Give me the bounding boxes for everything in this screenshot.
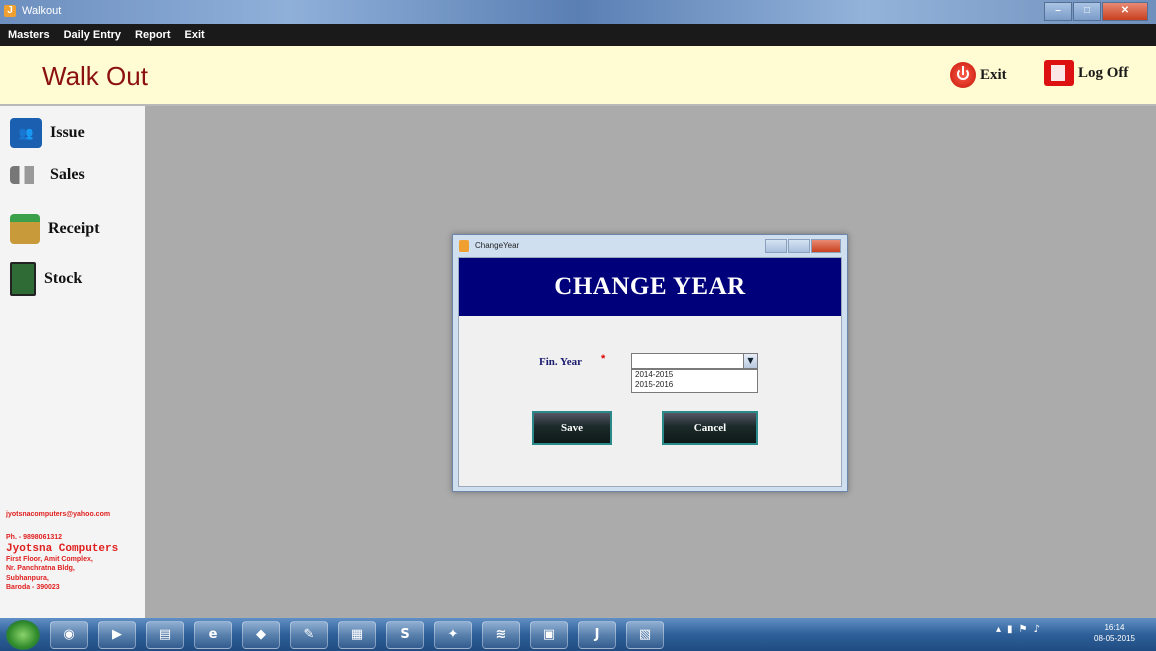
sidebar-item-label: Sales [50,166,85,183]
stock-icon [10,262,36,296]
window-titlebar: J Walkout – □ ✕ [0,0,1156,24]
company-address-3: Subhanpura, [6,574,49,582]
sidebar-item-sales[interactable]: Sales [10,166,85,184]
walkout-icon[interactable]: J [578,620,616,649]
minimize-button[interactable]: – [1044,2,1072,21]
company-address-4: Baroda - 390023 [6,584,60,592]
receipt-icon [10,214,40,244]
ie-icon[interactable]: e [194,620,232,649]
start-button[interactable] [6,619,40,650]
clock-time: 16:14 [1104,623,1125,632]
menu-exit[interactable]: Exit [185,29,205,41]
company-name: Jyotsna Computers [6,542,119,555]
paint-icon[interactable]: ✦ [434,620,472,649]
folder-icon[interactable]: ▤ [146,620,184,649]
taskbar: ◉ ▶ ▤ e ◆ ✎ ▦ S ✦ ≋ ▣ J ▧ [0,618,1156,651]
dialog-maximize-button[interactable] [788,239,810,253]
tray-arrow-icon[interactable]: ▴ [996,624,1001,635]
exit-label: Exit [980,66,1007,83]
company-info: jyotsnacomputers@yahoo.com Ph. - 9898061… [6,510,142,593]
taskbar-clock[interactable]: 16:14 08-05-2015 [1094,622,1135,644]
dialog-title: ChangeYear [475,241,520,250]
wifi-icon[interactable]: ≋ [482,620,520,649]
menu-masters[interactable]: Masters [8,29,50,41]
menu-report[interactable]: Report [135,29,170,41]
pdf-icon[interactable]: ▧ [626,620,664,649]
menu-daily-entry[interactable]: Daily Entry [64,29,121,41]
logoff-label: Log Off [1078,64,1129,81]
skype-icon[interactable]: S [386,620,424,649]
menubar: Masters Daily Entry Report Exit [0,24,1156,47]
app-header: Walk Out Exit Log Off [0,46,1156,106]
volume-icon[interactable]: ♪ [1034,624,1040,635]
fin-year-option[interactable]: 2015-2016 [632,380,757,390]
company-phone: Ph. - 9898061312 [6,534,63,542]
company-address-2: Nr. Panchratna Bldg, [6,565,75,573]
dialog-body: CHANGE YEAR Fin. Year * ▼ 2014-2015 2015… [458,257,842,487]
change-year-dialog: ChangeYear CHANGE YEAR Fin. Year * ▼ 201… [452,234,848,492]
media-icon[interactable]: ▶ [98,620,136,649]
tools-icon[interactable]: ✎ [290,620,328,649]
required-marker: * [601,353,606,365]
sidebar-item-label: Receipt [48,220,100,237]
sidebar-item-stock[interactable]: Stock [10,262,82,296]
maximize-button[interactable]: □ [1073,2,1101,21]
app-icon: J [4,5,16,17]
power-icon [950,62,976,88]
file-icon[interactable]: ▦ [338,620,376,649]
save-button[interactable]: Save [532,411,612,445]
fin-year-label: Fin. Year [539,356,582,368]
sidebar-item-issue[interactable]: 👥 Issue [10,118,85,148]
logoff-button[interactable]: Log Off [1044,60,1128,86]
page-title: Walk Out [42,61,148,91]
network-icon[interactable]: ⚑ [1019,624,1028,635]
dialog-banner: CHANGE YEAR [459,258,841,316]
dialog-app-icon [459,240,469,252]
window-title: Walkout [22,5,62,17]
cancel-button[interactable]: Cancel [662,411,758,445]
sidebar-item-label: Issue [50,124,85,141]
chrome-icon[interactable]: ◉ [50,620,88,649]
exit-button[interactable]: Exit [950,62,1007,88]
sidebar-item-label: Stock [44,270,83,287]
clock-date: 08-05-2015 [1094,634,1135,643]
sidebar-item-receipt[interactable]: Receipt [10,214,100,244]
logoff-icon [1044,60,1074,86]
fin-year-dropdown-list: 2014-2015 2015-2016 [631,369,758,393]
fin-year-selected-value [632,360,635,369]
window-controls: – □ ✕ [1044,2,1148,21]
dialog-titlebar: ChangeYear [453,235,847,257]
battery-icon[interactable]: ▮ [1007,624,1013,635]
fin-year-option[interactable]: 2014-2015 [632,370,757,380]
app-icon[interactable]: ◆ [242,620,280,649]
sales-icon [10,166,42,184]
chevron-down-icon[interactable]: ▼ [743,354,757,368]
dialog-close-button[interactable] [811,239,841,253]
close-button[interactable]: ✕ [1102,2,1148,21]
company-email: jyotsnacomputers@yahoo.com [6,511,111,518]
dialog-window-controls [765,239,841,253]
fin-year-select[interactable]: ▼ [631,353,758,369]
dialog-minimize-button[interactable] [765,239,787,253]
company-address-1: First Floor, Amit Complex, [6,555,93,563]
system-tray: ▴ ▮ ⚑ ♪ [996,624,1040,635]
issue-icon: 👥 [10,118,42,148]
terminal-icon[interactable]: ▣ [530,620,568,649]
